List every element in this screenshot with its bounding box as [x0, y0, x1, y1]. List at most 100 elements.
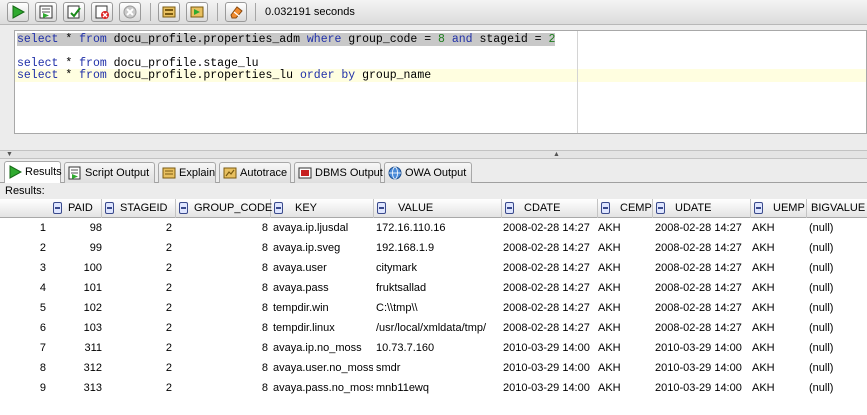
bigvalue-cell[interactable]: (null): [809, 358, 865, 378]
cdate-cell[interactable]: 2010-03-29 14:00: [503, 358, 597, 378]
paid-cell[interactable]: 313: [60, 378, 102, 398]
paid-cell[interactable]: 100: [60, 258, 102, 278]
run-statement-button[interactable]: [7, 2, 29, 22]
value-cell[interactable]: smdr: [376, 358, 500, 378]
stageid-cell[interactable]: 2: [120, 378, 172, 398]
group-code-cell[interactable]: 8: [200, 358, 268, 378]
tab-script-output[interactable]: Script Output: [64, 162, 155, 183]
cemp-cell[interactable]: AKH: [598, 278, 652, 298]
row-number-cell[interactable]: 3: [24, 258, 46, 278]
stageid-cell[interactable]: 2: [120, 298, 172, 318]
table-row[interactable]: 1 98 2 8 avaya.ip.ljusdal 172.16.110.16 2008-0…: [0, 218, 867, 238]
udate-cell[interactable]: 2008-02-28 14:27: [655, 218, 750, 238]
cdate-cell[interactable]: 2010-03-29 14:00: [503, 338, 597, 358]
panel-splitter[interactable]: ▼ ▲: [0, 150, 867, 159]
rollback-button[interactable]: [91, 2, 113, 22]
tab-results[interactable]: Results: [4, 161, 62, 183]
value-cell[interactable]: /usr/local/xmldata/tmp/: [376, 318, 500, 338]
table-row[interactable]: 8 312 2 8 avaya.user.no_moss smdr 2010-03-29 1…: [0, 358, 867, 378]
cemp-cell[interactable]: AKH: [598, 298, 652, 318]
stageid-cell[interactable]: 2: [120, 338, 172, 358]
cdate-cell[interactable]: 2008-02-28 14:27: [503, 238, 597, 258]
key-cell[interactable]: avaya.user: [273, 258, 373, 278]
cdate-cell[interactable]: 2008-02-28 14:27: [503, 218, 597, 238]
value-cell[interactable]: 172.16.110.16: [376, 218, 500, 238]
column-header-cdate[interactable]: CDATE: [502, 199, 598, 218]
paid-cell[interactable]: 312: [60, 358, 102, 378]
key-cell[interactable]: tempdir.win: [273, 298, 373, 318]
row-number-cell[interactable]: 8: [24, 358, 46, 378]
udate-cell[interactable]: 2008-02-28 14:27: [655, 238, 750, 258]
bigvalue-cell[interactable]: (null): [809, 238, 865, 258]
row-number-cell[interactable]: 4: [24, 278, 46, 298]
uemp-cell[interactable]: AKH: [752, 318, 806, 338]
table-row[interactable]: 4 101 2 8 avaya.pass fruktsallad 2008-02-28 14…: [0, 278, 867, 298]
group-code-cell[interactable]: 8: [200, 258, 268, 278]
uemp-cell[interactable]: AKH: [752, 278, 806, 298]
paid-cell[interactable]: 99: [60, 238, 102, 258]
key-cell[interactable]: avaya.ip.no_moss: [273, 338, 373, 358]
column-header-bigvalue[interactable]: BIGVALUE: [807, 199, 867, 218]
stageid-cell[interactable]: 2: [120, 258, 172, 278]
uemp-cell[interactable]: AKH: [752, 238, 806, 258]
sql-editor[interactable]: select * from docu_profile.properties_ad…: [14, 30, 867, 134]
uemp-cell[interactable]: AKH: [752, 358, 806, 378]
group-code-cell[interactable]: 8: [200, 238, 268, 258]
sql-history-button[interactable]: [158, 2, 180, 22]
run-script-button[interactable]: [35, 2, 57, 22]
stageid-cell[interactable]: 2: [120, 238, 172, 258]
table-row[interactable]: 9 313 2 8 avaya.pass.no_moss mnb11ewq 2010-03-…: [0, 378, 867, 398]
expand-up-icon[interactable]: ▲: [553, 150, 560, 159]
group-code-cell[interactable]: 8: [200, 338, 268, 358]
bigvalue-cell[interactable]: (null): [809, 338, 865, 358]
value-cell[interactable]: mnb11ewq: [376, 378, 500, 398]
tab-dbms-output[interactable]: DBMS Output: [294, 162, 383, 183]
cemp-cell[interactable]: AKH: [598, 378, 652, 398]
column-header-paid[interactable]: PAID: [50, 199, 102, 218]
cemp-cell[interactable]: AKH: [598, 218, 652, 238]
udate-cell[interactable]: 2010-03-29 14:00: [655, 358, 750, 378]
bigvalue-cell[interactable]: (null): [809, 298, 865, 318]
tab-owa-output[interactable]: OWA Output: [384, 162, 472, 183]
key-cell[interactable]: avaya.ip.ljusdal: [273, 218, 373, 238]
uemp-cell[interactable]: AKH: [752, 338, 806, 358]
bigvalue-cell[interactable]: (null): [809, 258, 865, 278]
row-number-cell[interactable]: 5: [24, 298, 46, 318]
cdate-cell[interactable]: 2008-02-28 14:27: [503, 298, 597, 318]
table-row[interactable]: 7 311 2 8 avaya.ip.no_moss 10.73.7.160 2010-03…: [0, 338, 867, 358]
table-row[interactable]: 3 100 2 8 avaya.user citymark 2008-02-28 14:27…: [0, 258, 867, 278]
uemp-cell[interactable]: AKH: [752, 298, 806, 318]
results-grid[interactable]: PAID STAGEID GROUP_CODE KEY VALUE CDATE …: [0, 199, 867, 415]
cdate-cell[interactable]: 2008-02-28 14:27: [503, 318, 597, 338]
tab-autotrace[interactable]: Autotrace: [219, 162, 291, 183]
stageid-cell[interactable]: 2: [120, 318, 172, 338]
row-number-cell[interactable]: 7: [24, 338, 46, 358]
paid-cell[interactable]: 101: [60, 278, 102, 298]
column-header-cemp[interactable]: CEMP: [598, 199, 653, 218]
bigvalue-cell[interactable]: (null): [809, 378, 865, 398]
value-cell[interactable]: 192.168.1.9: [376, 238, 500, 258]
row-number-cell[interactable]: 1: [24, 218, 46, 238]
paid-cell[interactable]: 102: [60, 298, 102, 318]
udate-cell[interactable]: 2010-03-29 14:00: [655, 378, 750, 398]
tab-explain[interactable]: Explain: [158, 162, 216, 183]
udate-cell[interactable]: 2008-02-28 14:27: [655, 258, 750, 278]
stageid-cell[interactable]: 2: [120, 358, 172, 378]
cemp-cell[interactable]: AKH: [598, 258, 652, 278]
cdate-cell[interactable]: 2010-03-29 14:00: [503, 378, 597, 398]
paid-cell[interactable]: 103: [60, 318, 102, 338]
table-row[interactable]: 5 102 2 8 tempdir.win C:\\tmp\\ 2008-02-28 14:…: [0, 298, 867, 318]
collapse-down-icon[interactable]: ▼: [6, 150, 13, 159]
uemp-cell[interactable]: AKH: [752, 378, 806, 398]
column-header-udate[interactable]: UDATE: [653, 199, 751, 218]
table-row[interactable]: 2 99 2 8 avaya.ip.sveg 192.168.1.9 2008-02-28 …: [0, 238, 867, 258]
column-header-value[interactable]: VALUE: [374, 199, 502, 218]
key-cell[interactable]: tempdir.linux: [273, 318, 373, 338]
uemp-cell[interactable]: AKH: [752, 258, 806, 278]
cemp-cell[interactable]: AKH: [598, 238, 652, 258]
group-code-cell[interactable]: 8: [200, 378, 268, 398]
udate-cell[interactable]: 2008-02-28 14:27: [655, 298, 750, 318]
column-header-uemp[interactable]: UEMP: [751, 199, 807, 218]
paid-cell[interactable]: 98: [60, 218, 102, 238]
stageid-cell[interactable]: 2: [120, 278, 172, 298]
